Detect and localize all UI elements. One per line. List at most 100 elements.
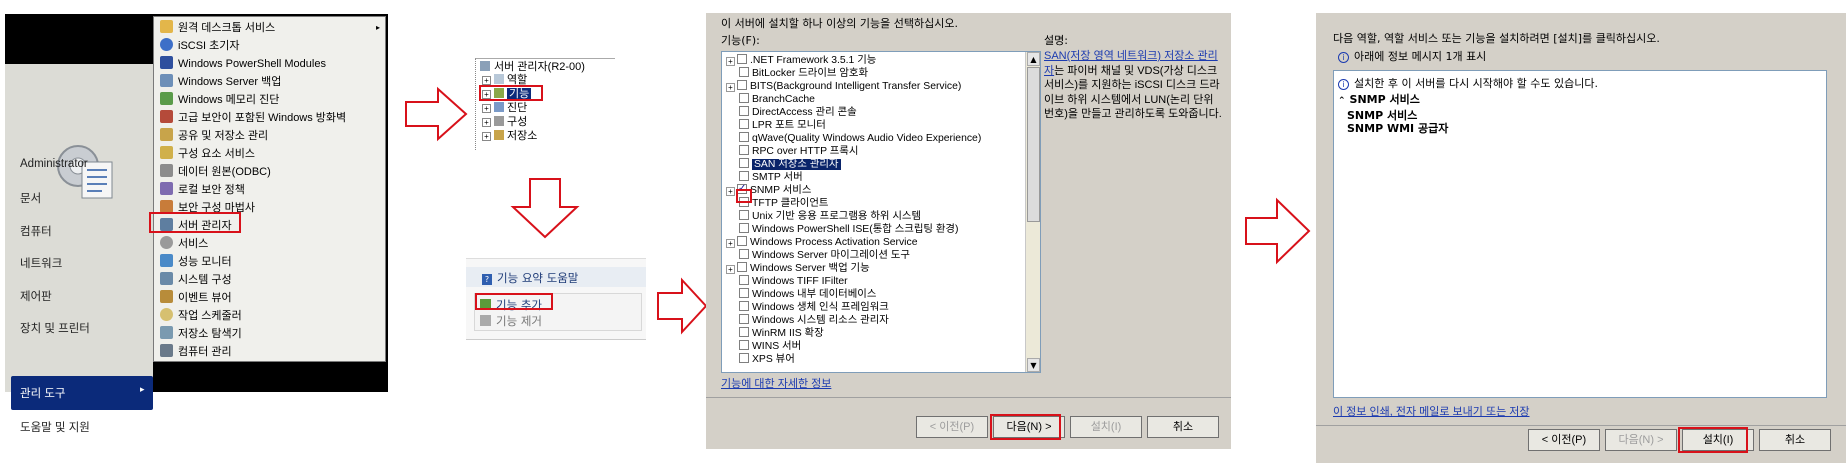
scroll-up-icon[interactable]: ▲ <box>1027 52 1040 66</box>
tool-item[interactable]: 데이터 원본(ODBC) <box>156 163 384 181</box>
help-link[interactable]: ? 기능 요약 도움말 <box>482 270 578 286</box>
feature-item[interactable]: BitLocker 드라이브 암호화 <box>739 67 868 80</box>
menu-computer[interactable]: 컴퓨터 <box>20 223 52 239</box>
checkbox[interactable] <box>739 106 749 116</box>
feature-item[interactable]: DirectAccess 관리 콘솔 <box>739 106 857 119</box>
tool-item[interactable]: 시스템 구성 <box>156 271 384 289</box>
feature-item[interactable]: Windows 내부 데이터베이스 <box>739 288 876 301</box>
cancel-button[interactable]: 취소 <box>1759 429 1831 451</box>
tool-item[interactable]: 원격 데스크톱 서비스 ▸ <box>156 19 384 37</box>
tool-item[interactable]: iSCSI 초기자 <box>156 37 384 55</box>
remove-feature-link[interactable]: 기능 제거 <box>480 313 542 329</box>
tool-item[interactable]: Windows PowerShell Modules <box>156 55 384 73</box>
section-header[interactable]: ⌃ SNMP 서비스 <box>1338 91 1420 107</box>
tree-node-diagnostics[interactable]: + 진단 <box>482 102 527 115</box>
tree-node-config[interactable]: + 구성 <box>482 116 527 129</box>
feature-item[interactable]: XPS 뷰어 <box>739 353 795 366</box>
checkbox[interactable] <box>739 249 749 259</box>
cancel-button[interactable]: 취소 <box>1147 416 1219 438</box>
tree-node-storage[interactable]: + 저장소 <box>482 130 537 143</box>
tool-item[interactable]: 고급 보안이 포함된 Windows 방화벽 <box>156 109 384 127</box>
tool-item[interactable]: 작업 스케줄러 <box>156 307 384 325</box>
feature-item[interactable]: + BITS(Background Intelligent Transfer Se… <box>726 80 961 93</box>
feature-item-selected[interactable]: SAN 저장소 관리자 <box>739 158 841 171</box>
feature-item[interactable]: Windows 시스템 리소스 관리자 <box>739 314 889 327</box>
features-list[interactable]: + .NET Framework 3.5.1 기능 BitLocker 드라이브 … <box>721 51 1041 373</box>
tool-item[interactable]: 이벤트 뷰어 <box>156 289 384 307</box>
collapse-icon[interactable]: ⌃ <box>1338 96 1346 106</box>
menu-control-panel[interactable]: 제어판 <box>20 288 52 304</box>
highlight-snmp-checkbox <box>736 189 752 203</box>
feature-item[interactable]: WINS 서버 <box>739 340 801 353</box>
feature-item[interactable]: TFTP 클라이언트 <box>739 197 828 210</box>
print-save-link[interactable]: 이 정보 인쇄, 전자 메일로 보내기 또는 저장 <box>1333 403 1530 419</box>
menu-devices-printers[interactable]: 장치 및 프린터 <box>20 320 90 336</box>
tool-item[interactable]: 로컬 보안 정책 <box>156 181 384 199</box>
checkbox[interactable] <box>739 132 749 142</box>
scroll-down-icon[interactable]: ▼ <box>1027 358 1040 372</box>
feature-item[interactable]: + Windows Server 백업 기능 <box>726 262 870 275</box>
feature-item[interactable]: Windows TIFF IFilter <box>739 275 848 288</box>
help-icon: ? <box>482 274 492 285</box>
checkbox[interactable] <box>739 145 749 155</box>
user-name[interactable]: Administrator <box>20 158 88 170</box>
feature-item[interactable]: BranchCache <box>739 93 815 106</box>
tool-item[interactable]: Windows Server 백업 <box>156 73 384 91</box>
feature-item[interactable]: Windows Server 마이그레이션 도구 <box>739 249 910 262</box>
tool-item[interactable]: 성능 모니터 <box>156 253 384 271</box>
checkbox[interactable] <box>739 327 749 337</box>
prev-button[interactable]: < 이전(P) <box>1528 429 1600 451</box>
feature-item[interactable]: Windows 생체 인식 프레임워크 <box>739 301 889 314</box>
tool-item[interactable]: 구성 요소 서비스 <box>156 145 384 163</box>
checkbox[interactable] <box>739 119 749 129</box>
tool-item[interactable]: Windows 메모리 진단 <box>156 91 384 109</box>
feature-item[interactable]: WinRM IIS 확장 <box>739 327 824 340</box>
checkbox[interactable] <box>739 288 749 298</box>
checkbox[interactable] <box>737 54 747 64</box>
checkbox[interactable] <box>739 210 749 220</box>
description-label: 설명: <box>1044 34 1068 47</box>
feature-item[interactable]: LPR 포트 모니터 <box>739 119 826 132</box>
checkbox[interactable] <box>739 158 749 168</box>
menu-documents[interactable]: 문서 <box>20 190 41 206</box>
checkbox[interactable] <box>739 314 749 324</box>
tool-item[interactable]: 서비스 <box>156 235 384 253</box>
menu-admin-tools[interactable]: 관리 도구 <box>20 385 66 401</box>
checkbox[interactable] <box>737 262 747 272</box>
scrollbar[interactable]: ▲ ▼ <box>1025 52 1040 372</box>
install-button[interactable]: 설치(I) <box>1070 416 1142 438</box>
expand-icon: + <box>726 83 735 92</box>
checkbox[interactable] <box>739 223 749 233</box>
expand-icon: + <box>482 104 491 113</box>
checkbox[interactable] <box>739 171 749 181</box>
feature-item[interactable]: + Windows Process Activation Service <box>726 236 917 249</box>
feature-item[interactable]: Windows PowerShell ISE(통합 스크립팅 환경) <box>739 223 958 236</box>
tool-item[interactable]: 공유 및 저장소 관리 <box>156 127 384 145</box>
checkbox[interactable] <box>737 80 747 90</box>
feature-item[interactable]: Unix 기반 응용 프로그램용 하위 시스템 <box>739 210 921 223</box>
computer-icon <box>160 344 173 357</box>
checkbox[interactable] <box>739 93 749 103</box>
tool-item[interactable]: 저장소 탐색기 <box>156 325 384 343</box>
confirm-results-box: i 설치한 후 이 서버를 다시 시작해야 할 수도 있습니다. ⌃ SNMP 서비… <box>1333 70 1827 398</box>
checkbox[interactable] <box>739 275 749 285</box>
tree-root[interactable]: 서버 관리자(R2-00) <box>480 61 585 74</box>
checkbox[interactable] <box>737 236 747 246</box>
checkbox[interactable] <box>739 301 749 311</box>
checkbox[interactable] <box>739 340 749 350</box>
feature-item[interactable]: qWave(Quality Windows Audio Video Experi… <box>739 132 981 145</box>
more-info-link[interactable]: 기능에 대한 자세한 정보 <box>721 375 831 391</box>
server-icon <box>480 61 490 71</box>
menu-network[interactable]: 네트워크 <box>20 255 62 271</box>
scroll-thumb[interactable] <box>1027 67 1040 222</box>
feature-item[interactable]: SMTP 서버 <box>739 171 803 184</box>
checkbox[interactable] <box>739 353 749 363</box>
prev-button[interactable]: < 이전(P) <box>916 416 988 438</box>
next-button[interactable]: 다음(N) > <box>1605 429 1677 451</box>
checkbox[interactable] <box>739 67 749 77</box>
feature-item[interactable]: RPC over HTTP 프록시 <box>739 145 858 158</box>
info-count: i 아래에 정보 메시지 1개 표시 <box>1338 48 1486 64</box>
tool-item[interactable]: 컴퓨터 관리 <box>156 343 384 361</box>
menu-help[interactable]: 도움말 및 지원 <box>20 419 90 435</box>
feature-item[interactable]: + .NET Framework 3.5.1 기능 <box>726 54 876 67</box>
